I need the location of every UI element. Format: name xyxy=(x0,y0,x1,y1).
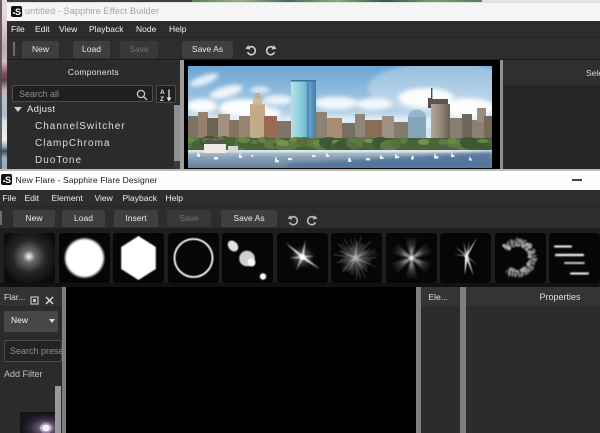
svg-text:Z: Z xyxy=(160,96,164,102)
svg-text:A: A xyxy=(160,89,165,96)
